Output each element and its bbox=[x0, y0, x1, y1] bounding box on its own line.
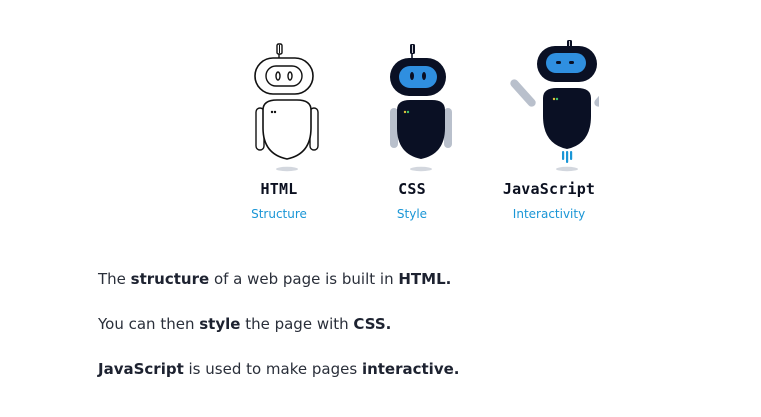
line-structure: The structure of a web page is built in … bbox=[98, 268, 698, 290]
line-text: You can then bbox=[98, 315, 200, 333]
robot-subtitle-css: Style bbox=[396, 207, 428, 221]
javascript-robot-card: JavaScript Interactivity bbox=[479, 38, 619, 221]
line-emphasis: JavaScript bbox=[98, 360, 184, 378]
robot-subtitle-html: Structure bbox=[251, 207, 307, 221]
line-emphasis: structure bbox=[130, 270, 210, 288]
line-emphasis: style bbox=[199, 315, 241, 333]
line-text: of a web page is built in bbox=[209, 270, 399, 288]
line-emphasis: interactive. bbox=[361, 360, 460, 378]
robot-subtitle-javascript: Interactivity bbox=[512, 207, 586, 221]
line-emphasis: HTML. bbox=[398, 270, 452, 288]
html-robot-icon bbox=[254, 43, 319, 172]
robot-title-html: HTML bbox=[260, 180, 298, 198]
robot-title-javascript: JavaScript bbox=[502, 180, 596, 198]
line-emphasis: CSS. bbox=[353, 315, 392, 333]
explanation-text: The structure of a web page is built in … bbox=[98, 268, 698, 403]
robot-title-css: CSS bbox=[398, 180, 426, 198]
lesson-panel: HTML Structure CSS Style JavaScript Inte… bbox=[0, 0, 761, 417]
html-robot-card: HTML Structure bbox=[209, 38, 349, 221]
line-style: You can then style the page with CSS. bbox=[98, 313, 698, 335]
line-text: the page with bbox=[240, 315, 354, 333]
javascript-robot-icon bbox=[510, 40, 599, 172]
css-robot-icon bbox=[390, 44, 452, 172]
line-text: The bbox=[98, 270, 131, 288]
line-interactive: JavaScript is used to make pages interac… bbox=[98, 358, 698, 380]
line-text: is used to make pages bbox=[183, 360, 362, 378]
css-robot-card: CSS Style bbox=[342, 38, 482, 221]
